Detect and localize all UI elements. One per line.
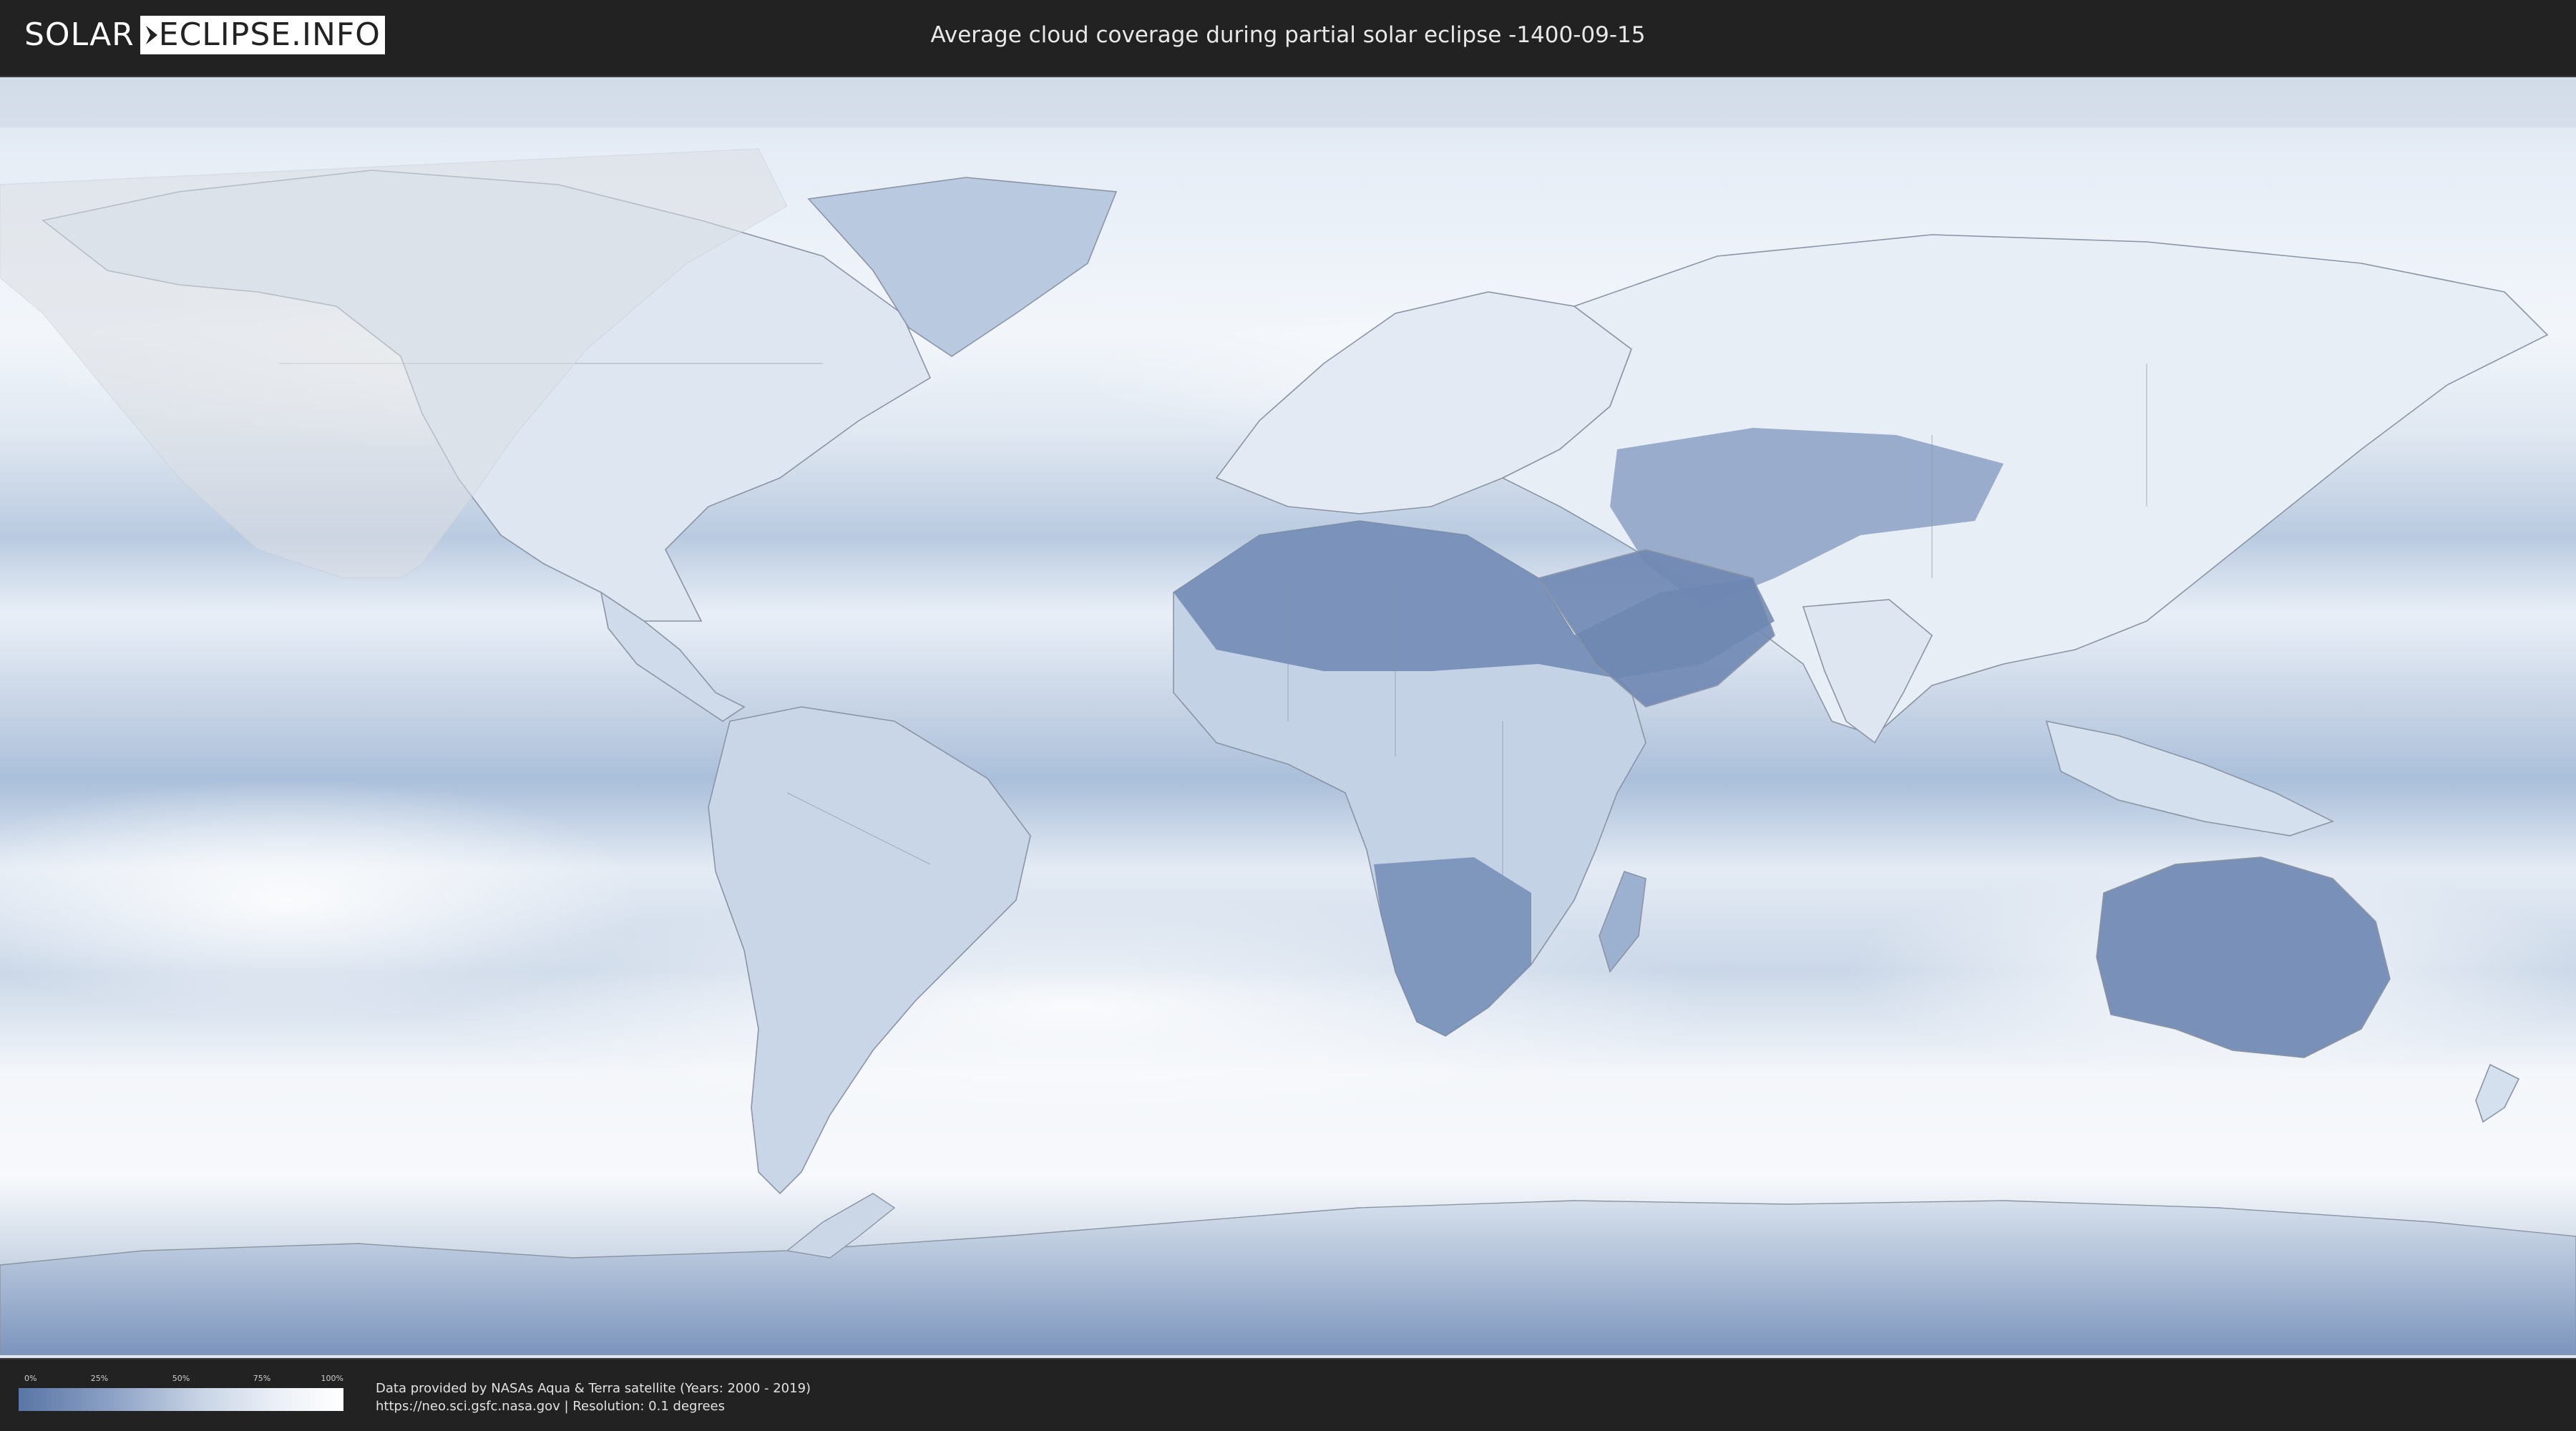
credit-line: Data provided by NASAs Aqua & Terra sate… [376, 1381, 811, 1396]
page-title: Average cloud coverage during partial so… [930, 22, 1646, 48]
legend-tick-25: 25% [90, 1374, 109, 1383]
legend-tick-50: 50% [172, 1374, 190, 1383]
cloud-coverage-map[interactable] [0, 76, 2576, 1359]
world-map-svg [0, 77, 2576, 1355]
page: SOLAR ECLIPSE.INFO Average cloud coverag… [0, 0, 2576, 1431]
header: SOLAR ECLIPSE.INFO Average cloud coverag… [0, 0, 2576, 72]
legend-tick-75: 75% [253, 1374, 271, 1383]
legend-ticks: 0% 25% 50% 75% 100% [19, 1374, 343, 1387]
legend-tick-0: 0% [24, 1374, 37, 1383]
source-line[interactable]: https://neo.sci.gsfc.nasa.gov | Resoluti… [376, 1397, 811, 1415]
data-credits: Data provided by NASAs Aqua & Terra sate… [376, 1379, 811, 1415]
legend-tick-100: 100% [321, 1374, 343, 1383]
cloud-coverage-legend: 0% 25% 50% 75% 100% [19, 1374, 343, 1414]
footer: 0% 25% 50% 75% 100% Data provided by NAS… [0, 1359, 2576, 1431]
north-polar-band [0, 77, 2576, 127]
legend-color-bar [19, 1388, 343, 1411]
